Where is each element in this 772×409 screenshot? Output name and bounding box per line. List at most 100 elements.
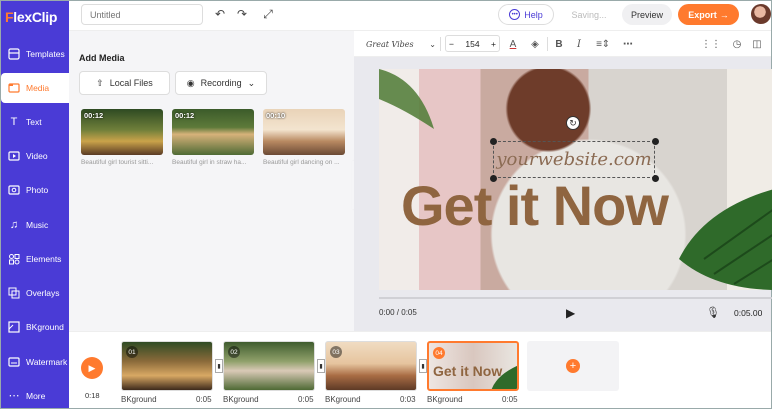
nav-label: Templates: [26, 49, 65, 59]
play-icon[interactable]: ▶: [566, 306, 575, 320]
font-family-select[interactable]: Great Vibes ⌄: [366, 36, 436, 52]
templates-icon: [8, 48, 20, 60]
rotate-icon[interactable]: ↻: [566, 116, 580, 130]
resize-handle[interactable]: [490, 138, 497, 145]
flexclip-logo[interactable]: FlexClip: [5, 9, 57, 25]
upload-icon: ⇧: [96, 77, 104, 88]
playback-progress-bar[interactable]: [379, 297, 772, 299]
timeline-play-button[interactable]: ▶: [81, 357, 103, 379]
arrow-right-icon: →: [719, 9, 729, 20]
monstera-leaf-decoration: [679, 189, 772, 290]
preview-button[interactable]: Preview: [622, 4, 672, 25]
clip-duration: 0:05: [196, 395, 212, 404]
transition-icon[interactable]: ▮: [317, 359, 325, 373]
nav-label: Elements: [26, 254, 62, 264]
nav-item-watermark[interactable]: Watermark: [1, 347, 69, 377]
more-options-icon[interactable]: ⋯: [621, 36, 635, 52]
bold-icon[interactable]: B: [552, 36, 566, 52]
video-canvas[interactable]: ↻ yourwebsite.com Get it Now: [379, 69, 772, 290]
timeline-clip[interactable]: 02: [223, 341, 315, 391]
font-size-stepper[interactable]: − 154 +: [445, 35, 500, 52]
layers-icon[interactable]: ◫: [750, 36, 764, 52]
nav-item-templates[interactable]: Templates: [1, 39, 69, 69]
add-clip-button[interactable]: +: [527, 341, 619, 391]
video-icon: [8, 150, 20, 162]
clip-number: 03: [330, 346, 342, 358]
nav-item-media[interactable]: Media: [1, 73, 69, 103]
media-caption: Beautiful girl tourist sitti...: [81, 159, 154, 166]
duration-badge: 00:12: [84, 111, 104, 120]
local-files-label: Local Files: [109, 78, 153, 88]
nav-item-more[interactable]: ⋯ More: [1, 381, 69, 409]
clip-duration: 0:03: [400, 395, 416, 404]
nav-item-video[interactable]: Video: [1, 141, 69, 171]
nav-label: Watermark: [26, 357, 68, 367]
clip-label: BKground: [325, 395, 361, 404]
website-text[interactable]: yourwebsite.com: [496, 149, 651, 170]
italic-icon[interactable]: I: [572, 36, 586, 52]
clip-number: 02: [228, 346, 240, 358]
nav-item-music[interactable]: ♫ Music: [1, 210, 69, 240]
recording-dropdown[interactable]: ◉ Recording ⌄: [175, 71, 267, 95]
chat-icon: •••: [509, 9, 521, 20]
nav-item-bkground[interactable]: BKground: [1, 312, 69, 342]
clock-icon[interactable]: ◷: [730, 36, 744, 52]
export-button[interactable]: Export →: [678, 4, 739, 25]
timeline-clip[interactable]: 01: [121, 341, 213, 391]
divider: [440, 37, 441, 51]
clip-duration: 0:05: [298, 395, 314, 404]
saving-status: Saving...: [571, 9, 607, 20]
clip-duration: 0:05: [502, 395, 518, 404]
media-caption: Beautiful girl dancing on ...: [263, 159, 340, 166]
text-color-icon[interactable]: A: [506, 36, 520, 52]
text-toolbar: Great Vibes ⌄ − 154 + A ◈ B I ≡ ⇕ ⋯ ⋮⋮ ◷…: [354, 31, 771, 57]
timeline-clip[interactable]: 03: [325, 341, 417, 391]
divider: [547, 37, 548, 51]
highlight-icon[interactable]: ◈: [528, 36, 542, 52]
fullscreen-icon[interactable]: ⤢: [261, 7, 275, 21]
leaf-thumb-decoration: [491, 365, 517, 389]
clip-label: BKground: [121, 395, 157, 404]
total-time: 0:05.00: [734, 308, 763, 318]
palm-leaf-decoration: [379, 69, 434, 129]
headline-text[interactable]: Get it Now: [401, 173, 669, 238]
decrease-size-button[interactable]: −: [449, 39, 454, 49]
recording-label: Recording: [200, 78, 242, 88]
watermark-icon: [8, 356, 20, 368]
plus-icon: +: [566, 359, 580, 373]
line-spacing-icon[interactable]: ⇕: [599, 36, 613, 52]
resize-handle[interactable]: [652, 138, 659, 145]
help-button[interactable]: ••• Help: [498, 4, 554, 25]
editor-area: Great Vibes ⌄ − 154 + A ◈ B I ≡ ⇕ ⋯ ⋮⋮ ◷…: [354, 31, 772, 331]
nav-label: Text: [26, 117, 42, 127]
microphone-icon[interactable]: 🎙: [706, 306, 720, 319]
play-icon: ▶: [88, 362, 96, 373]
transition-icon[interactable]: ▮: [215, 359, 223, 373]
nav-item-overlays[interactable]: Overlays: [1, 278, 69, 308]
nav-label: Music: [26, 220, 49, 230]
user-avatar[interactable]: [751, 4, 771, 24]
flexclip-editor: FlexClip Templates Media T Text Video Ph…: [0, 0, 772, 409]
grid-icon[interactable]: ⋮⋮: [701, 36, 721, 52]
clip-number: 01: [126, 346, 138, 358]
media-item[interactable]: 00:12: [81, 109, 163, 155]
timeline-clip-selected[interactable]: 04 Get it Now: [427, 341, 519, 391]
overlays-icon: [8, 287, 20, 299]
media-icon: [8, 82, 20, 94]
local-files-button[interactable]: ⇧ Local Files: [79, 71, 170, 95]
media-panel: Add Media ⇧ Local Files ◉ Recording ⌄ 00…: [69, 31, 354, 331]
chevron-down-icon: ⌄: [247, 77, 256, 88]
project-title-input[interactable]: [81, 4, 203, 25]
undo-icon[interactable]: ↶: [213, 7, 227, 21]
redo-icon[interactable]: ↷: [235, 7, 249, 21]
background-icon: [8, 321, 20, 333]
transition-icon[interactable]: ▮: [419, 359, 427, 373]
media-item[interactable]: 00:10: [263, 109, 345, 155]
increase-size-button[interactable]: +: [491, 39, 496, 49]
nav-item-photo[interactable]: Photo: [1, 175, 69, 205]
nav-item-text[interactable]: T Text: [1, 107, 69, 137]
media-item[interactable]: 00:12: [172, 109, 254, 155]
clip-label: BKground: [427, 395, 463, 404]
font-size-value: 154: [465, 38, 480, 49]
nav-item-elements[interactable]: Elements: [1, 244, 69, 274]
